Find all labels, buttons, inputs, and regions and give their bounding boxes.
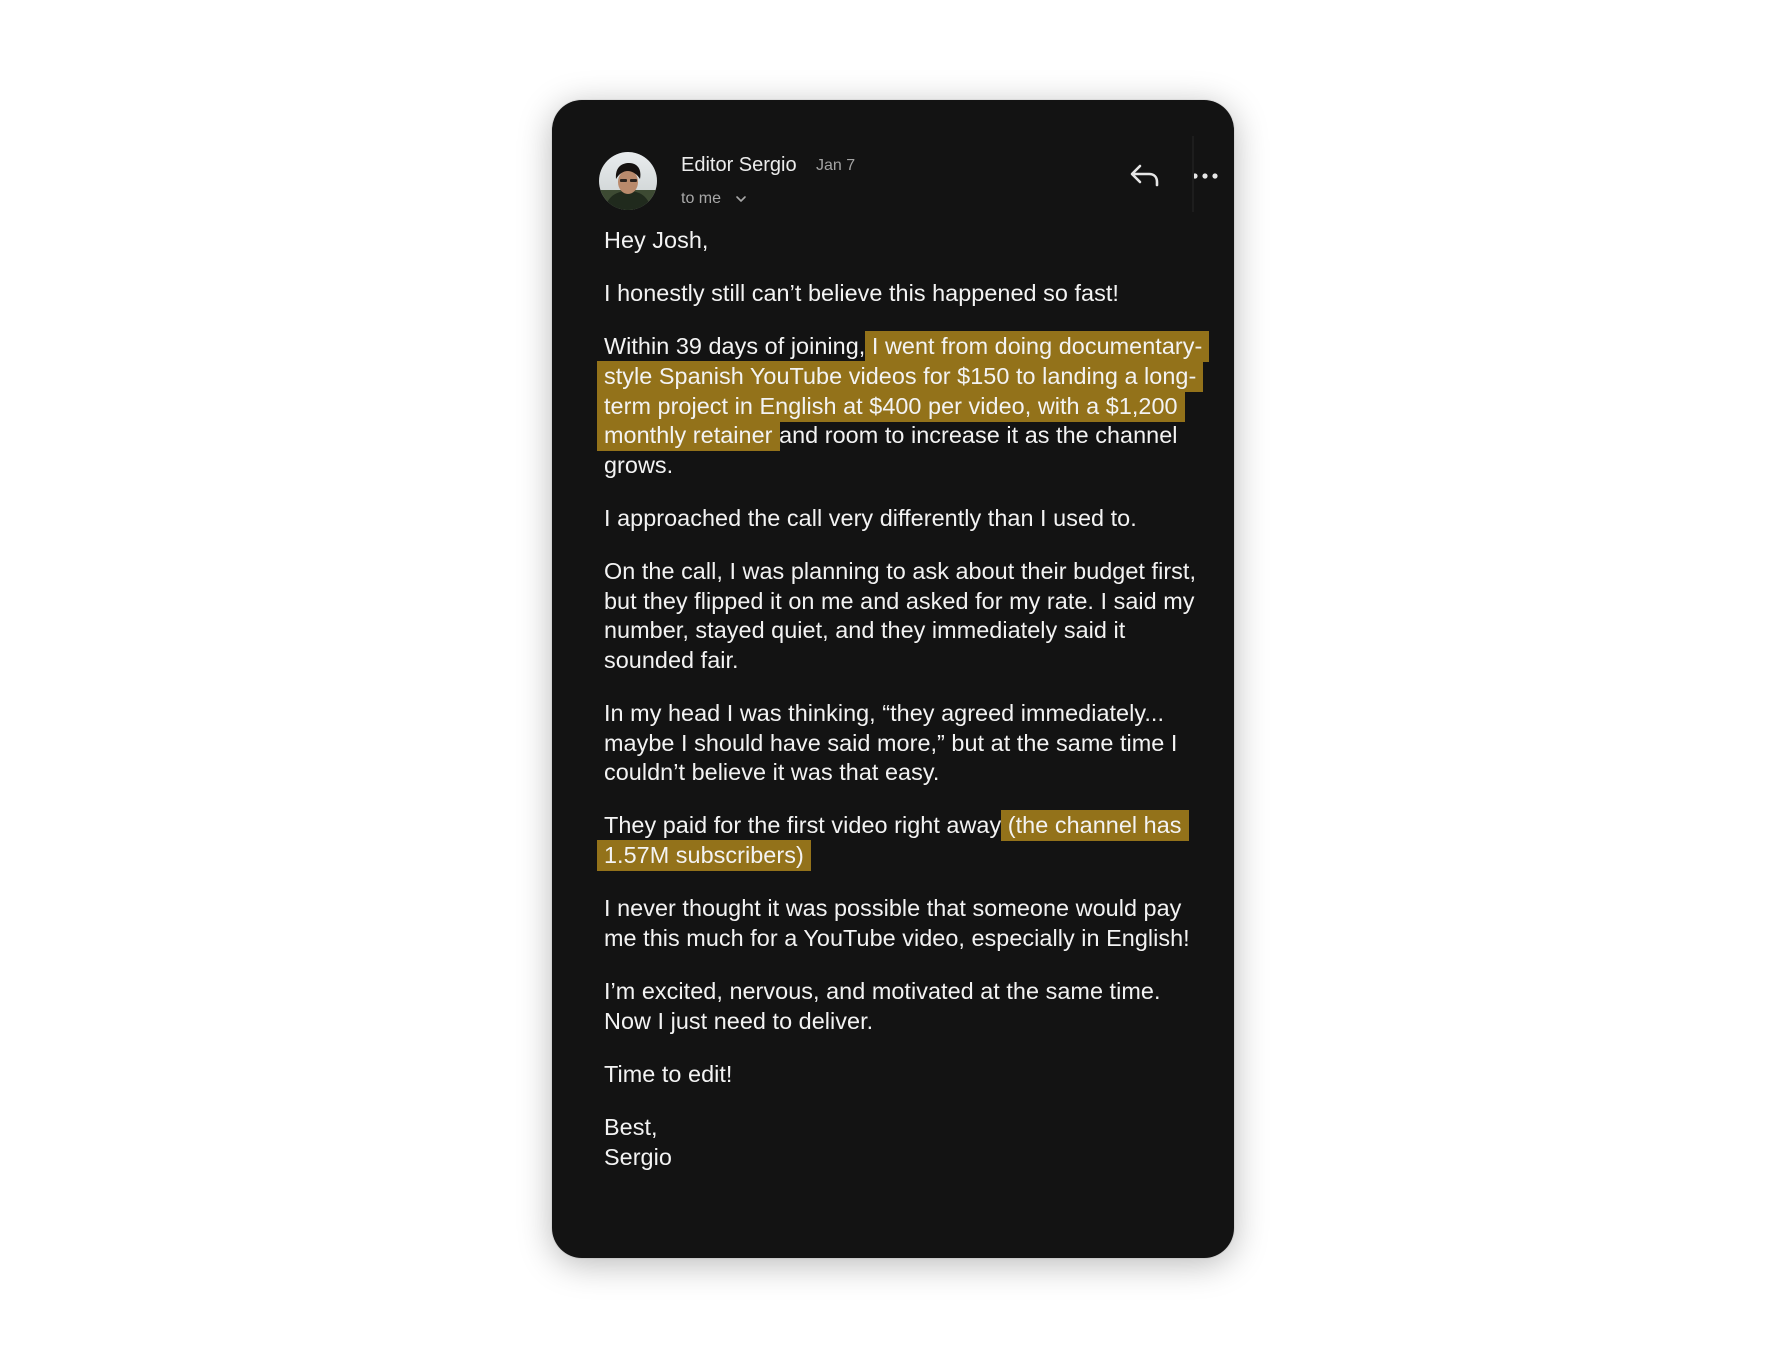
paragraph-2: Within 39 days of joining, I went from d… — [597, 331, 1210, 480]
reply-arrow-icon — [1130, 164, 1159, 187]
paragraph-2-start: Within 39 days of joining, — [604, 333, 872, 360]
paragraph-8: I’m excited, nervous, and motivated at t… — [604, 978, 1161, 1034]
more-horizontal-icon — [1192, 173, 1218, 179]
email-body: Hey Josh, I honestly still can’t believe… — [597, 226, 1210, 1172]
recipient-label: to me — [681, 190, 722, 207]
paragraph-6: They paid for the first video right away… — [597, 810, 1204, 872]
paragraph-7: I never thought it was possible that som… — [604, 895, 1190, 951]
sender-name[interactable]: Editor Sergio — [681, 154, 797, 177]
paragraph-1: I honestly still can’t believe this happ… — [604, 280, 1119, 307]
paragraph-3: I approached the call very differently t… — [604, 504, 1137, 531]
signature-name: Sergio — [604, 1143, 672, 1170]
signature-block: Best, Sergio — [604, 1113, 1204, 1172]
paragraph-9: Time to edit! — [604, 1060, 733, 1087]
paragraph-4: On the call, I was planning to ask about… — [604, 558, 1197, 673]
email-card: Editor Sergio Jan 7 to me Hey Josh, I ho… — [552, 100, 1234, 1258]
more-options-button[interactable] — [1190, 165, 1222, 187]
greeting: Hey Josh, — [604, 227, 709, 253]
recipient-toggle[interactable]: to me — [681, 190, 747, 208]
scrollbar[interactable] — [1192, 136, 1194, 212]
email-date: Jan 7 — [816, 157, 856, 174]
paragraph-6-start: They paid for the first video right away — [604, 812, 1008, 839]
paragraph-5: In my head I was thinking, “they agreed … — [604, 700, 1178, 786]
signoff: Best, — [604, 1114, 658, 1140]
avatar-photo-icon — [599, 152, 657, 210]
reply-button[interactable] — [1129, 162, 1161, 190]
email-header: Editor Sergio Jan 7 to me — [599, 152, 1218, 214]
avatar[interactable] — [599, 152, 657, 210]
chevron-down-icon — [736, 195, 747, 202]
